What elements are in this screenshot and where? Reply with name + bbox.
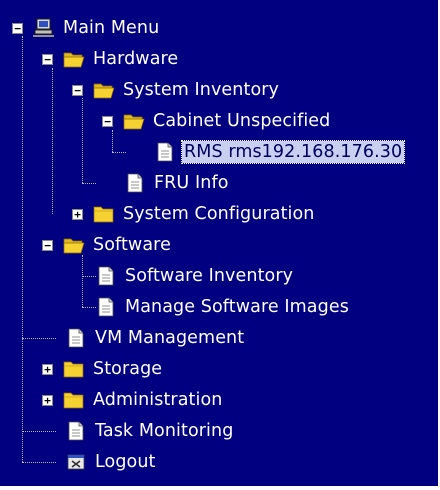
expand-icon[interactable]: + <box>42 394 53 406</box>
tree-label: Hardware <box>93 49 179 69</box>
folder-open-icon <box>93 83 115 99</box>
tree-line <box>82 276 96 277</box>
expand-icon[interactable]: + <box>72 208 83 220</box>
navigation-tree-panel: − Main Menu − Hardware − System Inventor… <box>0 0 440 490</box>
document-icon <box>68 328 84 348</box>
tree-label: System Configuration <box>123 204 315 224</box>
tree-line <box>22 462 56 463</box>
tree-item-logout[interactable]: Logout <box>65 450 158 474</box>
folder-closed-icon <box>63 392 84 409</box>
tree-label: Software <box>93 235 171 255</box>
tree-line <box>82 255 83 307</box>
tree-item-software-inventory[interactable]: Software Inventory <box>95 264 295 288</box>
collapse-icon[interactable]: − <box>42 53 53 65</box>
collapse-icon[interactable]: − <box>42 239 53 251</box>
tree-item-fru-info[interactable]: FRU Info <box>124 171 231 195</box>
folder-open-icon <box>63 52 85 68</box>
folder-open-icon <box>123 114 145 130</box>
tree-item-task-monitoring[interactable]: Task Monitoring <box>65 419 235 443</box>
tree-item-manage-software-images[interactable]: Manage Software Images <box>95 295 351 319</box>
expand-icon[interactable]: + <box>42 363 53 375</box>
tree-line <box>22 338 56 339</box>
tree-label: Software Inventory <box>125 266 294 286</box>
tree-line <box>52 68 53 214</box>
document-icon <box>98 266 114 286</box>
tree-label: Cabinet Unspecified <box>153 111 331 131</box>
tree-item-vm-management[interactable]: VM Management <box>65 326 246 350</box>
tree-label: System Inventory <box>123 80 280 100</box>
tree-label: Storage <box>93 359 163 379</box>
tree-label: Main Menu <box>63 18 160 38</box>
tree-item-rms[interactable]: RMS rms192.168.176.30 <box>154 140 406 164</box>
collapse-icon[interactable]: − <box>12 22 23 34</box>
tree-root-main-menu[interactable]: − Main Menu <box>12 16 161 40</box>
collapse-icon[interactable]: − <box>102 115 113 127</box>
tree-label: RMS rms192.168.176.30 <box>180 140 406 164</box>
tree-line <box>112 130 113 152</box>
tree-label: Task Monitoring <box>95 421 234 441</box>
tree-label: FRU Info <box>154 173 229 193</box>
tree-item-system-configuration[interactable]: + System Configuration <box>72 202 317 226</box>
tree-item-software[interactable]: − Software <box>42 233 173 257</box>
folder-closed-icon <box>63 361 84 378</box>
tree-label: Administration <box>93 390 223 410</box>
document-icon <box>127 173 143 193</box>
tree-item-administration[interactable]: + Administration <box>42 388 224 412</box>
tree-line <box>82 98 83 183</box>
computer-icon <box>33 18 54 37</box>
folder-open-icon <box>63 238 85 254</box>
collapse-icon[interactable]: − <box>72 84 83 96</box>
tree-item-system-inventory[interactable]: − System Inventory <box>72 78 281 102</box>
tree-line <box>82 307 96 308</box>
document-icon <box>157 142 173 162</box>
tree-line <box>22 36 23 462</box>
tree-label: Manage Software Images <box>125 297 349 317</box>
tree-label: Logout <box>95 452 156 472</box>
document-icon <box>98 297 114 317</box>
tree-item-cabinet-unspecified[interactable]: − Cabinet Unspecified <box>102 109 332 133</box>
tree-line <box>112 152 126 153</box>
logout-icon <box>67 454 85 470</box>
tree-label: VM Management <box>95 328 245 348</box>
tree-item-hardware[interactable]: − Hardware <box>42 47 180 71</box>
document-icon <box>68 421 84 441</box>
tree-line <box>22 431 56 432</box>
folder-closed-icon <box>93 206 114 223</box>
tree-line <box>82 183 96 184</box>
tree-item-storage[interactable]: + Storage <box>42 357 164 381</box>
